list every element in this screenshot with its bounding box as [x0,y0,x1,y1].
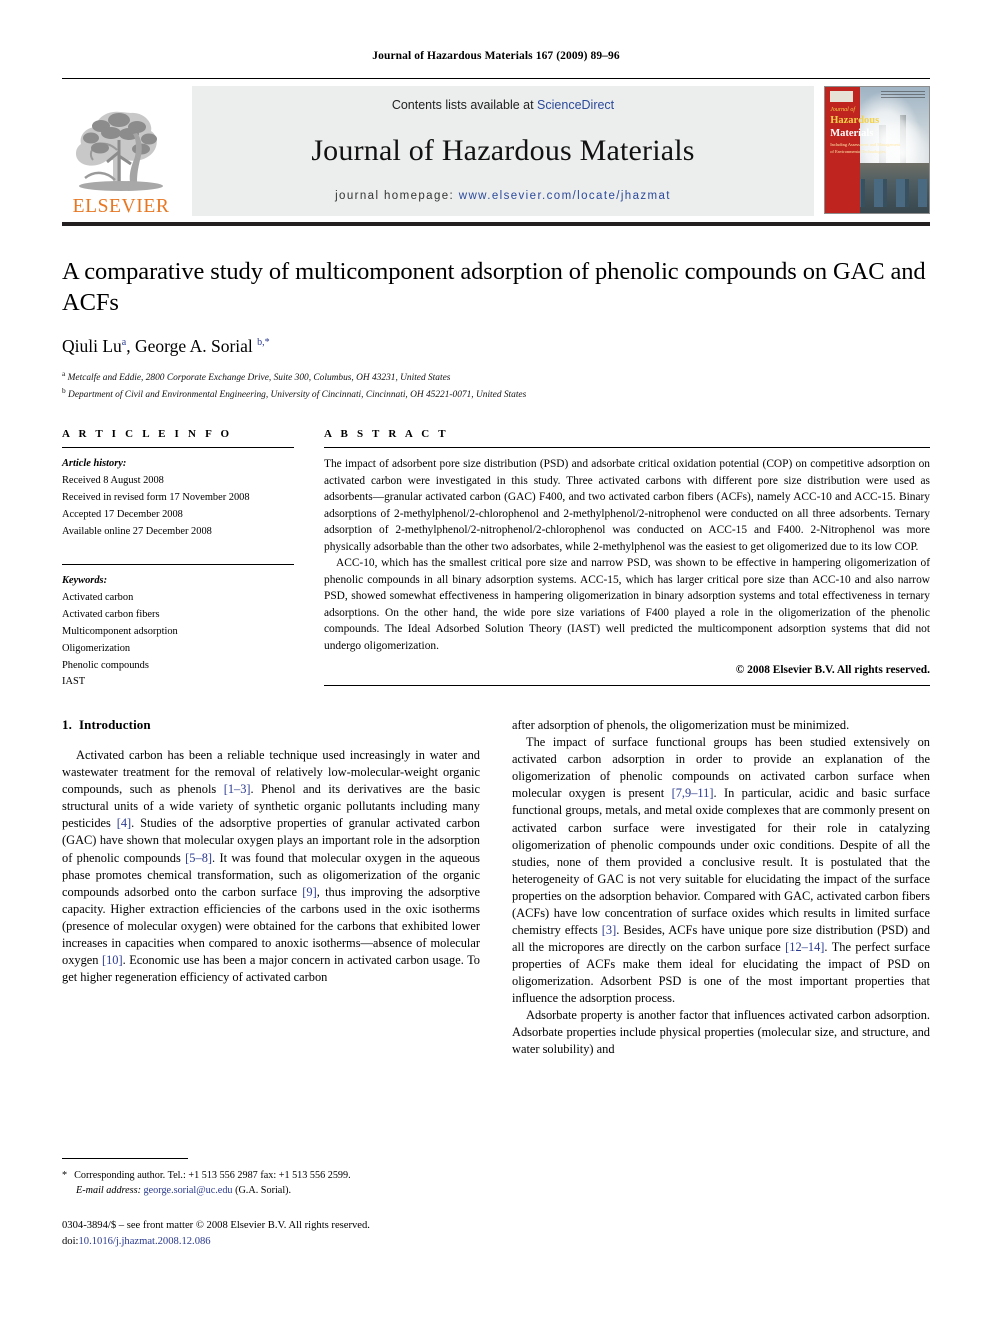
elsevier-wordmark: ELSEVIER [72,195,170,217]
author-2: , George A. Sorial [126,335,258,356]
issn-copyright-line: 0304-3894/$ – see front matter © 2008 El… [62,1220,370,1231]
section-heading-introduction: 1. Introduction [62,717,480,733]
affiliation-b-text: Department of Civil and Environmental En… [65,390,527,401]
article-info-heading: A R T I C L E I N F O [62,428,233,441]
article-info-column: A R T I C L E I N F O Article history: R… [62,428,294,691]
doi-label: doi: [62,1235,79,1247]
homepage-prefix: journal homepage: [335,190,459,202]
doi-link[interactable]: 10.1016/j.jhazmat.2008.12.086 [78,1236,210,1247]
contents-available-line: Contents lists available at ScienceDirec… [392,98,614,112]
footnote-rule [62,1158,188,1159]
body-column-left: 1. Introduction Activated carbon has been… [62,717,480,1058]
journal-masthead: ELSEVIER Contents lists available at Sci… [62,78,930,216]
article-history-label: Article history: [62,458,127,470]
author-list: Qiuli Lua, George A. Sorial b,* [62,336,930,357]
citation-link[interactable]: [12–14] [785,940,824,954]
affiliation-a: a Metcalfe and Eddie, 2800 Corporate Exc… [62,368,930,386]
history-item: Accepted 17 December 2008 [62,508,183,520]
elsevier-tree-icon [67,100,175,196]
keyword-item: Phenolic compounds [62,659,149,671]
email-note: E-mail address: george.sorial@uc.edu (G.… [62,1183,480,1198]
history-item: Available online 27 December 2008 [62,525,212,537]
keyword-item: IAST [62,676,86,688]
cover-header-text-lines [881,90,925,100]
section-label: Introduction [78,717,151,733]
intro-paragraph-right-2: The impact of surface functional groups … [512,734,930,1007]
abstract-paragraph: ACC-10, which has the smallest critical … [324,557,930,652]
keyword-item: Activated carbon [62,592,134,604]
author-2-affil-marker: b,* [257,336,270,348]
affiliation-b: b Department of Civil and Environmental … [62,385,930,403]
abstract-heading: A B S T R A C T [324,428,449,441]
article-info-rule [62,447,294,449]
elsevier-logo: ELSEVIER [62,86,180,216]
info-abstract-region: A R T I C L E I N F O Article history: R… [62,428,930,691]
issn-doi-block: 0304-3894/$ – see front matter © 2008 El… [62,1218,492,1250]
journal-title: Journal of Hazardous Materials [311,134,695,167]
history-item: Received in revised form 17 November 200… [62,491,250,503]
journal-cover-thumbnail: Journal of Hazardous Materials Including… [824,86,930,214]
affiliations: a Metcalfe and Eddie, 2800 Corporate Exc… [62,368,930,403]
abstract-column: A B S T R A C T The impact of adsorbent … [324,428,930,691]
email-suffix: (G.A. Sorial). [232,1185,292,1197]
citation-link[interactable]: [4] [117,816,131,830]
body-column-right: after adsorption of phenols, the oligome… [512,717,930,1058]
history-item: Received 8 August 2008 [62,474,164,486]
citation-link[interactable]: [1–3] [224,782,251,796]
running-head: Journal of Hazardous Materials 167 (2009… [372,50,620,62]
email-link[interactable]: george.sorial@uc.edu [141,1185,233,1196]
abstract-rule [324,447,930,449]
citation-link[interactable]: [3] [602,923,616,937]
keyword-item: Multicomponent adsorption [62,625,178,637]
homepage-url-link[interactable]: www.elsevier.com/locate/jhazmat [459,190,671,202]
keyword-item: Activated carbon fibers [62,609,160,621]
corresponding-author-note: * Corresponding author. Tel.: +1 513 556 … [62,1168,480,1183]
cover-title-line3: Materials [830,127,874,139]
doi-line: doi:10.1016/j.jhazmat.2008.12.086 [62,1234,492,1250]
keywords-label: Keywords: [62,575,108,587]
keywords-rule [62,564,294,566]
intro-paragraph-right-3: Adsorbate property is another factor tha… [512,1008,930,1057]
intro-paragraph-continued: after adsorption of phenols, the oligome… [512,718,850,733]
citation-link[interactable]: [5–8] [185,851,212,865]
intro-paragraph-left: Activated carbon has been a reliable tec… [62,747,480,986]
copyright-line: © 2008 Elsevier B.V. All rights reserved… [735,663,930,676]
footnote-block: * Corresponding author. Tel.: +1 513 556 … [62,1158,480,1199]
footnote-star-marker: * [62,1170,68,1181]
journal-banner: Contents lists available at ScienceDirec… [192,86,814,216]
article-title-block: A comparative study of multicomponent ad… [62,256,930,403]
abstract-bottom-rule [324,684,930,686]
journal-homepage-line: journal homepage: www.elsevier.com/locat… [335,190,671,202]
cover-elsevier-badge [830,90,854,103]
author-1: Qiuli Lu [62,335,122,356]
cover-title-line2: Hazardous [830,114,880,126]
cover-title-line1: Journal of [830,107,856,114]
intro-right-text-2: . In particular, acidic and basic surfac… [512,786,930,937]
body-columns: 1. Introduction Activated carbon has been… [62,717,930,1058]
masthead-bottom-rule [62,222,930,226]
citation-link[interactable]: [10] [102,953,123,967]
keyword-item: Oligomerization [62,642,131,654]
citation-link[interactable]: [7,9–11] [672,786,714,800]
sciencedirect-link[interactable]: ScienceDirect [537,98,614,112]
cover-storage-tanks [852,178,927,207]
contents-prefix: Contents lists available at [391,98,538,112]
corresponding-author-text: Corresponding author. Tel.: +1 513 556 2… [74,1170,351,1181]
page-title: A comparative study of multicomponent ad… [62,258,926,317]
intro-text-6: . Economic use has been a major concern … [62,952,481,984]
citation-link[interactable]: [9] [302,885,316,899]
section-number: 1. [62,717,72,733]
cover-subtitle: Including Assessment and Management of En… [830,142,901,155]
abstract-paragraph: The impact of adsorbent pore size distri… [324,458,930,553]
email-label: E-mail address: [76,1185,141,1197]
paper-page: Journal of Hazardous Materials 167 (2009… [0,0,992,1323]
affiliation-a-text: Metcalfe and Eddie, 2800 Corporate Excha… [65,372,451,383]
